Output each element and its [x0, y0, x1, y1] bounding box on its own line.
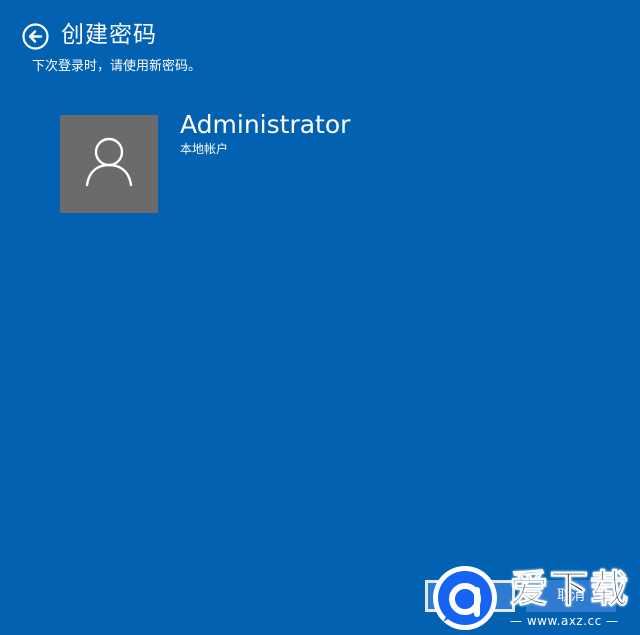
watermark: 爱下载 — www.axz.cc —: [430, 565, 640, 635]
watermark-logo: [433, 566, 497, 630]
account-type: 本地帐户: [180, 142, 229, 156]
user-icon: [85, 137, 133, 187]
back-button[interactable]: [22, 23, 49, 50]
watermark-logo-icon: [438, 571, 492, 625]
account-username: Administrator: [180, 110, 351, 139]
header: 创建密码 下次登录时，请使用新密码。: [22, 18, 622, 88]
avatar: [60, 115, 158, 213]
page-title: 创建密码: [61, 22, 157, 48]
watermark-title: 爱下载: [509, 567, 631, 612]
account-card: Administrator 本地帐户: [60, 110, 480, 215]
back-arrow-icon[interactable]: [22, 23, 49, 50]
page-subtitle: 下次登录时，请使用新密码。: [32, 59, 202, 74]
watermark-domain: — www.axz.cc —: [510, 614, 619, 628]
